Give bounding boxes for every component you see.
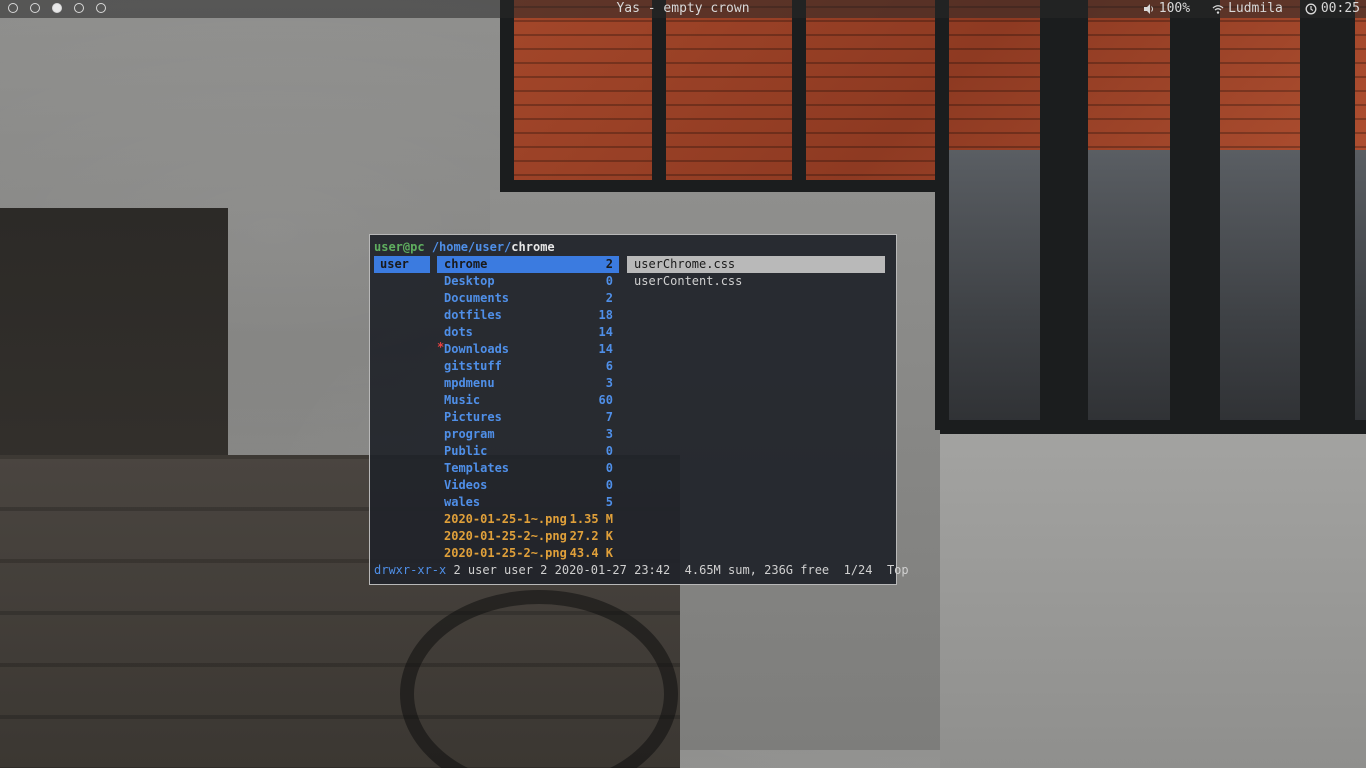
current-directory-column: chrome 2 Desktop 0 Documents 2 dotfiles 18 d…	[437, 256, 619, 562]
file-entry[interactable]: Music 60	[437, 392, 619, 409]
terminal-window-ranger[interactable]: user@pc /home/user/chrome user chrome 2 D…	[369, 234, 909, 585]
file-entry[interactable]: 2020-01-25-2~.png 27.2 K	[437, 528, 619, 545]
clock-time: 00:25	[1320, 1, 1360, 16]
volume-level: 100%	[1158, 1, 1191, 16]
parent-directory-column: user	[374, 256, 430, 273]
wifi-icon	[1212, 3, 1224, 15]
file-entry[interactable]: Templates 0	[437, 460, 619, 477]
path-prefix: /home/user/	[431, 240, 512, 254]
wifi-indicator[interactable]: Ludmila	[1212, 0, 1283, 18]
file-entry[interactable]: Public 0	[437, 443, 619, 460]
file-entry[interactable]: dots 14	[437, 324, 619, 341]
file-entry[interactable]: Pictures 7	[437, 409, 619, 426]
clock-icon	[1305, 3, 1317, 15]
file-entry[interactable]: 2020-01-25-2~.png 43.4 K	[437, 545, 619, 562]
file-entry[interactable]: program 3	[437, 426, 619, 443]
file-entry[interactable]: 2020-01-25-1~.png 1.35 M	[437, 511, 619, 528]
system-tray: 100% Ludmila 00:25	[1143, 0, 1360, 18]
file-entry[interactable]: gitstuff 6	[437, 358, 619, 375]
clock[interactable]: 00:25	[1305, 0, 1360, 18]
file-entry[interactable]: * Downloads 14	[437, 340, 619, 358]
ranger-status-line: drwxr-xr-x 2 user user 2 2020-01-27 23:4…	[374, 562, 909, 579]
tagged-marker: *	[437, 340, 445, 354]
top-bar: Yas - empty crown 100% Ludmila 00:25	[0, 0, 1366, 18]
file-entry[interactable]: wales 5	[437, 494, 619, 511]
user-host: user@pc	[374, 240, 425, 254]
status-info: 2 user user 2 2020-01-27 23:42 4.65M sum…	[446, 563, 909, 577]
speaker-icon	[1143, 3, 1155, 15]
volume-indicator[interactable]: 100%	[1143, 0, 1190, 18]
wifi-network-name: Ludmila	[1228, 1, 1283, 16]
file-entry[interactable]: mpdmenu 3	[437, 375, 619, 392]
file-entry[interactable]: Documents 2	[437, 290, 619, 307]
parent-entry[interactable]: user	[374, 256, 430, 273]
file-entry[interactable]: chrome 2	[437, 256, 619, 273]
preview-column: userChrome.css userContent.css	[627, 256, 885, 290]
preview-entry[interactable]: userContent.css	[627, 273, 885, 290]
current-folder-name: chrome	[511, 240, 555, 254]
permissions: drwxr-xr-x	[374, 563, 447, 577]
file-entry[interactable]: dotfiles 18	[437, 307, 619, 324]
ranger-path-header: user@pc /home/user/chrome	[374, 239, 555, 256]
file-entry[interactable]: Desktop 0	[437, 273, 619, 290]
preview-entry[interactable]: userChrome.css	[627, 256, 885, 273]
file-entry[interactable]: Videos 0	[437, 477, 619, 494]
